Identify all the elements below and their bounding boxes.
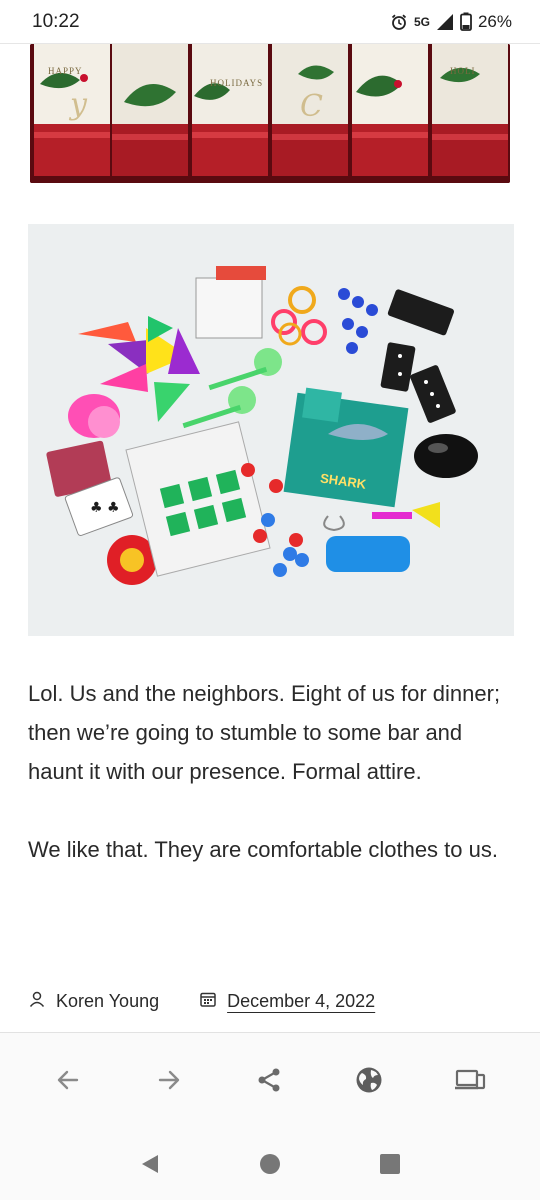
battery-percent: 26% [477, 11, 512, 31]
svg-text:♣ ♣: ♣ ♣ [90, 500, 120, 516]
author-name: Koren Young [56, 991, 160, 1011]
status-bar: 10:22 5G 26% [0, 0, 540, 44]
back-button[interactable] [40, 1055, 96, 1111]
browser-toolbar [0, 1032, 540, 1132]
svg-text:C: C [300, 89, 323, 124]
forward-button[interactable] [141, 1055, 197, 1111]
post-date-link[interactable]: December 4, 2022 [227, 991, 375, 1012]
alarm-icon [390, 13, 408, 31]
system-home-button[interactable] [248, 1144, 292, 1188]
system-back-button[interactable] [128, 1144, 172, 1188]
signal-icon [436, 13, 454, 31]
globe-icon [354, 1065, 384, 1100]
post-date: December 4, 2022 [199, 990, 375, 1013]
network-label: 5G [413, 14, 430, 29]
status-icons: 5G 26% [390, 12, 512, 32]
post-body: Lol. Us and the neighbors. Eight of us f… [28, 674, 518, 869]
post-paragraph: We like that. They are comfortable cloth… [28, 837, 498, 862]
battery-icon [460, 12, 472, 31]
share-icon [255, 1066, 283, 1099]
post-author: Koren Young [28, 990, 159, 1013]
system-navigation-bar [0, 1132, 540, 1200]
site-info-button[interactable] [341, 1055, 397, 1111]
svg-text:HOLIDAYS: HOLIDAYS [210, 78, 263, 88]
svg-text:HOLI: HOLI [450, 66, 476, 76]
post-paragraph: Lol. Us and the neighbors. Eight of us f… [28, 681, 501, 784]
system-recents-button[interactable] [368, 1144, 412, 1188]
calendar-icon [199, 990, 217, 1013]
post-meta: Koren Young December 4, 2022 [28, 990, 375, 1013]
svg-text:y: y [68, 87, 88, 122]
forward-icon [156, 1067, 182, 1098]
back-icon [55, 1067, 81, 1098]
christmas-crackers-image: HAPPY HOLIDAYS HOLI y C [30, 44, 510, 183]
devices-icon [454, 1066, 486, 1099]
nav-recents-icon [379, 1153, 401, 1180]
share-button[interactable] [241, 1055, 297, 1111]
status-time: 10:22 [32, 10, 80, 32]
nav-home-icon [259, 1153, 281, 1180]
devices-button[interactable] [442, 1055, 498, 1111]
person-icon [28, 990, 46, 1013]
article-content[interactable]: HAPPY HOLIDAYS HOLI y C ♣ ♣ SHARK Lol. U… [0, 44, 540, 1032]
svg-text:HAPPY: HAPPY [48, 66, 83, 76]
cracker-toys-image: ♣ ♣ SHARK [28, 224, 514, 636]
nav-back-icon [139, 1153, 161, 1180]
